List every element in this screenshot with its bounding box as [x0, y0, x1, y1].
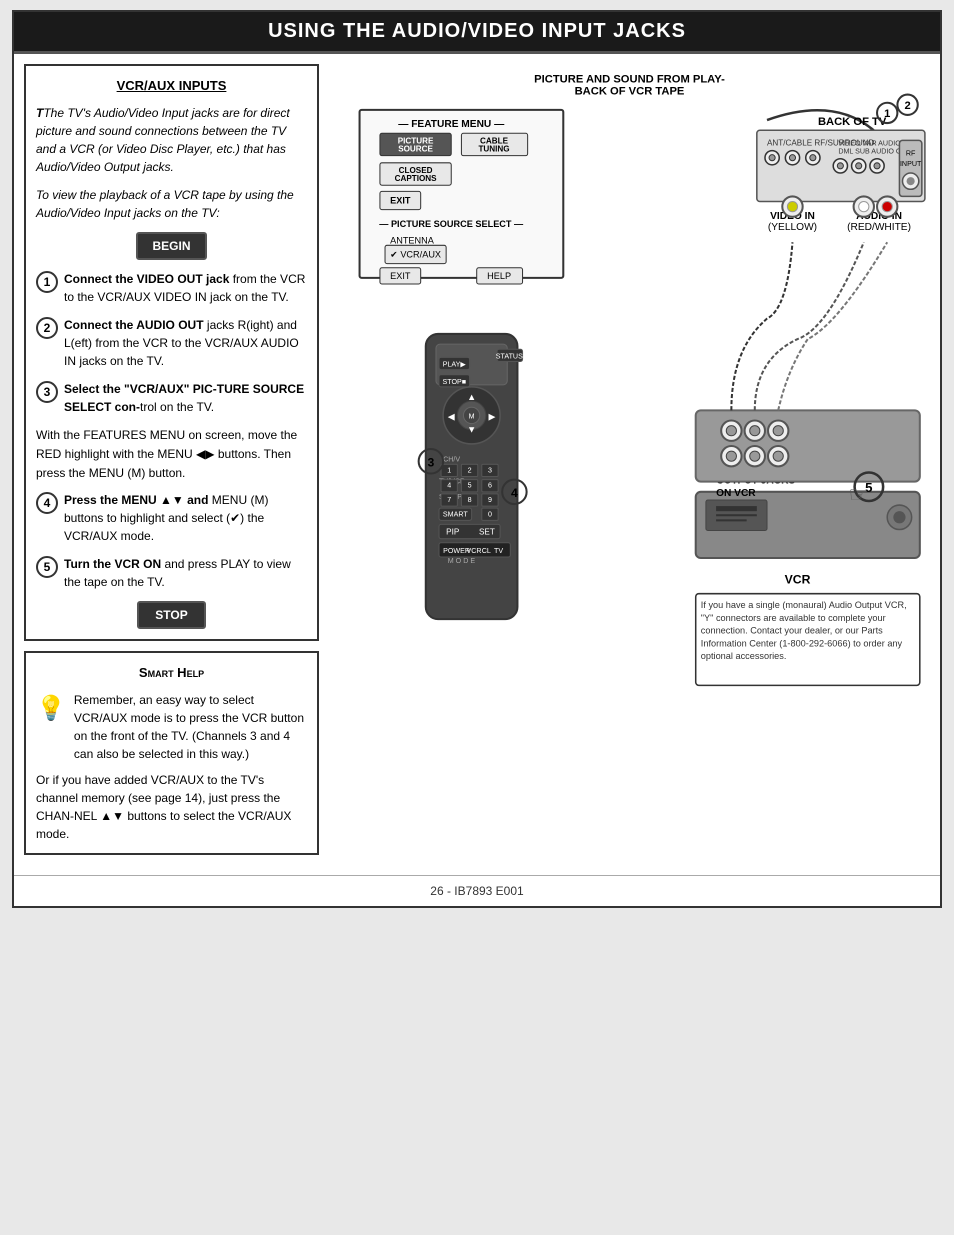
svg-text:EXIT: EXIT	[390, 196, 411, 206]
intro-text-content: TThe TV's Audio/Video Input jacks are fo…	[36, 106, 290, 174]
svg-text:1: 1	[884, 108, 890, 120]
svg-text:INPUT: INPUT	[900, 160, 922, 168]
diagram-svg: PICTURE AND SOUND FROM PLAY- BACK OF VCR…	[329, 64, 930, 838]
step-5-bold: Turn the VCR ON	[64, 557, 161, 571]
step-2-bold: Connect the AUDIO OUT	[64, 318, 204, 332]
svg-text:1: 1	[447, 466, 451, 474]
step-4-number: 4	[36, 492, 58, 514]
svg-text:TUNING: TUNING	[478, 145, 509, 154]
svg-text:3: 3	[488, 466, 492, 474]
smart-help-text2: Or if you have added VCR/AUX to the TV's…	[36, 771, 307, 843]
step-3-text: Select the "VCR/AUX" PIC-TURE SOURCE SEL…	[64, 380, 307, 416]
step-3: 3 Select the "VCR/AUX" PIC-TURE SOURCE S…	[36, 380, 307, 416]
smart-help-title: Smart Help	[36, 663, 307, 683]
svg-text:SMART: SMART	[443, 510, 468, 518]
svg-text:8: 8	[468, 496, 472, 504]
stop-badge: STOP	[36, 601, 307, 629]
svg-text:ON VCR: ON VCR	[716, 488, 756, 499]
smart-help-box: Smart Help 💡 Remember, an easy way to se…	[24, 651, 319, 855]
page-header: Using the Audio/Video Input Jacks	[14, 12, 940, 54]
svg-text:◀: ◀	[448, 412, 455, 422]
step-2-number: 2	[36, 317, 58, 339]
svg-text:6: 6	[488, 482, 492, 490]
left-column: VCR/AUX INPUTS TThe TV's Audio/Video Inp…	[24, 64, 319, 855]
page-footer: 26 - IB7893 E001	[14, 875, 940, 906]
svg-text:SET: SET	[479, 528, 495, 537]
svg-text:VCR: VCR	[467, 547, 482, 555]
intro-text: TThe TV's Audio/Video Input jacks are fo…	[36, 104, 307, 176]
svg-text:TV: TV	[494, 547, 503, 555]
svg-text:2: 2	[468, 466, 472, 474]
content-area: VCR/AUX INPUTS TThe TV's Audio/Video Inp…	[14, 54, 940, 865]
svg-text:HELP: HELP	[487, 271, 511, 281]
svg-text:▼: ▼	[467, 425, 476, 435]
svg-text:3: 3	[427, 455, 434, 469]
right-column: PICTURE AND SOUND FROM PLAY- BACK OF VCR…	[319, 64, 930, 855]
step-5-text: Turn the VCR ON and press PLAY to view t…	[64, 555, 307, 591]
step-4-text: Press the MENU ▲▼ and MENU (M) buttons t…	[64, 491, 307, 545]
lightbulb-icon: 💡	[36, 691, 66, 727]
step-5: 5 Turn the VCR ON and press PLAY to view…	[36, 555, 307, 591]
vcr-aux-title: VCR/AUX INPUTS	[36, 76, 307, 96]
svg-text:CH/V: CH/V	[443, 455, 460, 463]
step-1-bold: Connect the VIDEO OUT jack	[64, 272, 229, 286]
view-text: To view the playback of a VCR tape by us…	[36, 186, 307, 222]
svg-text:▲: ▲	[467, 392, 476, 402]
smart-help-content: 💡 Remember, an easy way to select VCR/AU…	[36, 691, 307, 763]
svg-text:4: 4	[447, 482, 451, 490]
svg-text:SOURCE: SOURCE	[398, 145, 433, 154]
instruction-box: VCR/AUX INPUTS TThe TV's Audio/Video Inp…	[24, 64, 319, 641]
stop-button: STOP	[137, 601, 205, 629]
svg-text:✔ VCR/AUX: ✔ VCR/AUX	[390, 250, 441, 260]
step-2-text: Connect the AUDIO OUT jacks R(ight) and …	[64, 316, 307, 370]
svg-text:0: 0	[488, 510, 492, 518]
step-5-number: 5	[36, 556, 58, 578]
svg-text:PLAY▶: PLAY▶	[443, 361, 467, 369]
step-1-number: 1	[36, 271, 58, 293]
smart-help-text1: Remember, an easy way to select VCR/AUX …	[74, 691, 307, 763]
step-1-text: Connect the VIDEO OUT jack from the VCR …	[64, 270, 307, 306]
svg-text:M O D E: M O D E	[448, 557, 476, 565]
svg-text:(RED/WHITE): (RED/WHITE)	[847, 222, 911, 233]
svg-text:EXIT: EXIT	[390, 271, 411, 281]
step-4-bold: Press the MENU ▲▼ and	[64, 493, 208, 507]
step-1: 1 Connect the VIDEO OUT jack from the VC…	[36, 270, 307, 306]
step-3-number: 3	[36, 381, 58, 403]
svg-text:RF: RF	[906, 150, 916, 158]
svg-text:7: 7	[447, 496, 451, 504]
svg-text:M: M	[469, 412, 475, 420]
svg-text:4: 4	[511, 486, 518, 500]
svg-text:(YELLOW): (YELLOW)	[768, 222, 817, 233]
svg-text:VCR: VCR	[785, 572, 811, 586]
page: Using the Audio/Video Input Jacks VCR/AU…	[12, 10, 942, 908]
svg-text:CL: CL	[482, 547, 491, 555]
svg-text:ANTENNA: ANTENNA	[390, 235, 435, 245]
diagram-title: PICTURE AND SOUND FROM PLAY-	[534, 73, 725, 85]
svg-text:— FEATURE MENU —: — FEATURE MENU —	[398, 119, 505, 130]
begin-badge: BEGIN	[36, 232, 307, 260]
svg-text:CAPTIONS: CAPTIONS	[395, 174, 438, 183]
middle-text: With the FEATURES MENU on screen, move t…	[36, 426, 307, 484]
page-title: Using the Audio/Video Input Jacks	[268, 20, 686, 42]
svg-text:BACK OF VCR TAPE: BACK OF VCR TAPE	[575, 86, 685, 98]
svg-text:9: 9	[488, 496, 492, 504]
step-4: 4 Press the MENU ▲▼ and MENU (M) buttons…	[36, 491, 307, 545]
svg-text:☞: ☞	[849, 482, 869, 507]
footer-text: 26 - IB7893 E001	[430, 884, 523, 898]
svg-text:— PICTURE SOURCE SELECT —: — PICTURE SOURCE SELECT —	[379, 219, 524, 229]
svg-text:2: 2	[904, 100, 910, 112]
svg-text:BACK OF TV: BACK OF TV	[818, 116, 887, 128]
svg-text:PIP: PIP	[446, 528, 459, 537]
svg-text:STATUS: STATUS	[496, 352, 523, 360]
svg-text:STOP■: STOP■	[443, 378, 467, 386]
begin-button: BEGIN	[136, 232, 206, 260]
step-2: 2 Connect the AUDIO OUT jacks R(ight) an…	[36, 316, 307, 370]
svg-text:▶: ▶	[488, 412, 495, 422]
svg-text:5: 5	[468, 482, 472, 490]
